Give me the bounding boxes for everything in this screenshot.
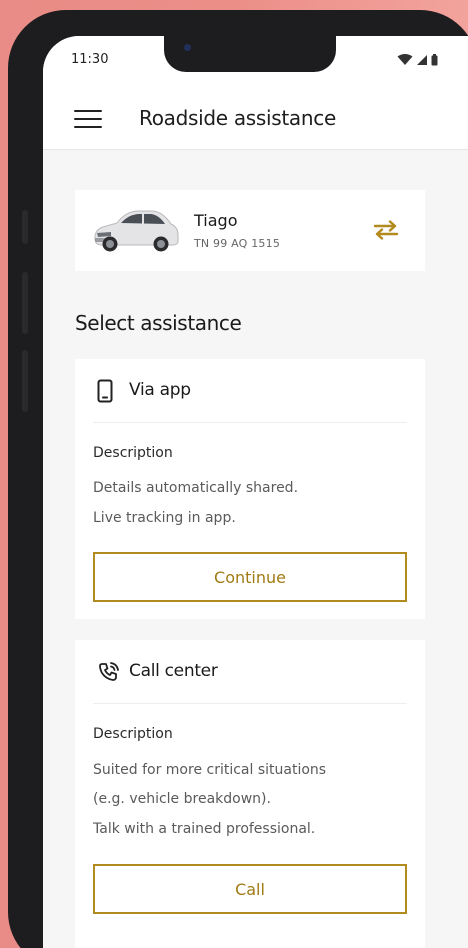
option-title: Call center [129, 661, 218, 681]
continue-button[interactable]: Continue [93, 552, 407, 602]
smartphone-icon [97, 379, 113, 403]
status-time: 11:30 [71, 52, 109, 67]
app-bar: Roadside assistance [43, 86, 468, 150]
vehicle-card[interactable]: Tiago TN 99 AQ 1515 [75, 190, 425, 271]
description-line: Details automatically shared. [93, 480, 299, 496]
assistance-option-via-app: Via app Description Details automaticall… [75, 359, 425, 619]
option-header: Call center [93, 640, 407, 704]
description-line: Suited for more critical situations [93, 762, 327, 778]
front-camera [184, 44, 191, 51]
option-header: Via app [93, 359, 407, 423]
description-line: Live tracking in app. [93, 510, 236, 526]
camera-notch [164, 36, 336, 72]
swap-vehicle-icon[interactable] [373, 220, 399, 240]
wifi-icon [397, 54, 413, 65]
volume-down-button [22, 350, 28, 412]
option-title: Via app [129, 380, 191, 400]
vehicle-plate: TN 99 AQ 1515 [194, 237, 281, 250]
phone-call-icon [99, 662, 119, 681]
status-icons [397, 54, 438, 66]
description-line: Talk with a trained professional. [93, 821, 316, 837]
hamburger-menu-icon[interactable] [74, 110, 102, 129]
description-label: Description [93, 726, 173, 742]
description-label: Description [93, 445, 173, 461]
assistance-option-call-center: Call center Description Suited for more … [75, 640, 425, 948]
battery-icon [431, 54, 438, 66]
description-line: (e.g. vehicle breakdown). [93, 791, 271, 807]
mute-switch [22, 210, 28, 244]
car-image [94, 210, 179, 252]
cellular-signal-icon [417, 55, 427, 65]
phone-screen: 11:30 Roadside assistance Tiago TN 99 AQ… [43, 36, 468, 948]
volume-up-button [22, 272, 28, 334]
call-button[interactable]: Call [93, 864, 407, 914]
page-title: Roadside assistance [139, 106, 336, 130]
section-title: Select assistance [75, 311, 242, 335]
vehicle-name: Tiago [194, 211, 238, 230]
